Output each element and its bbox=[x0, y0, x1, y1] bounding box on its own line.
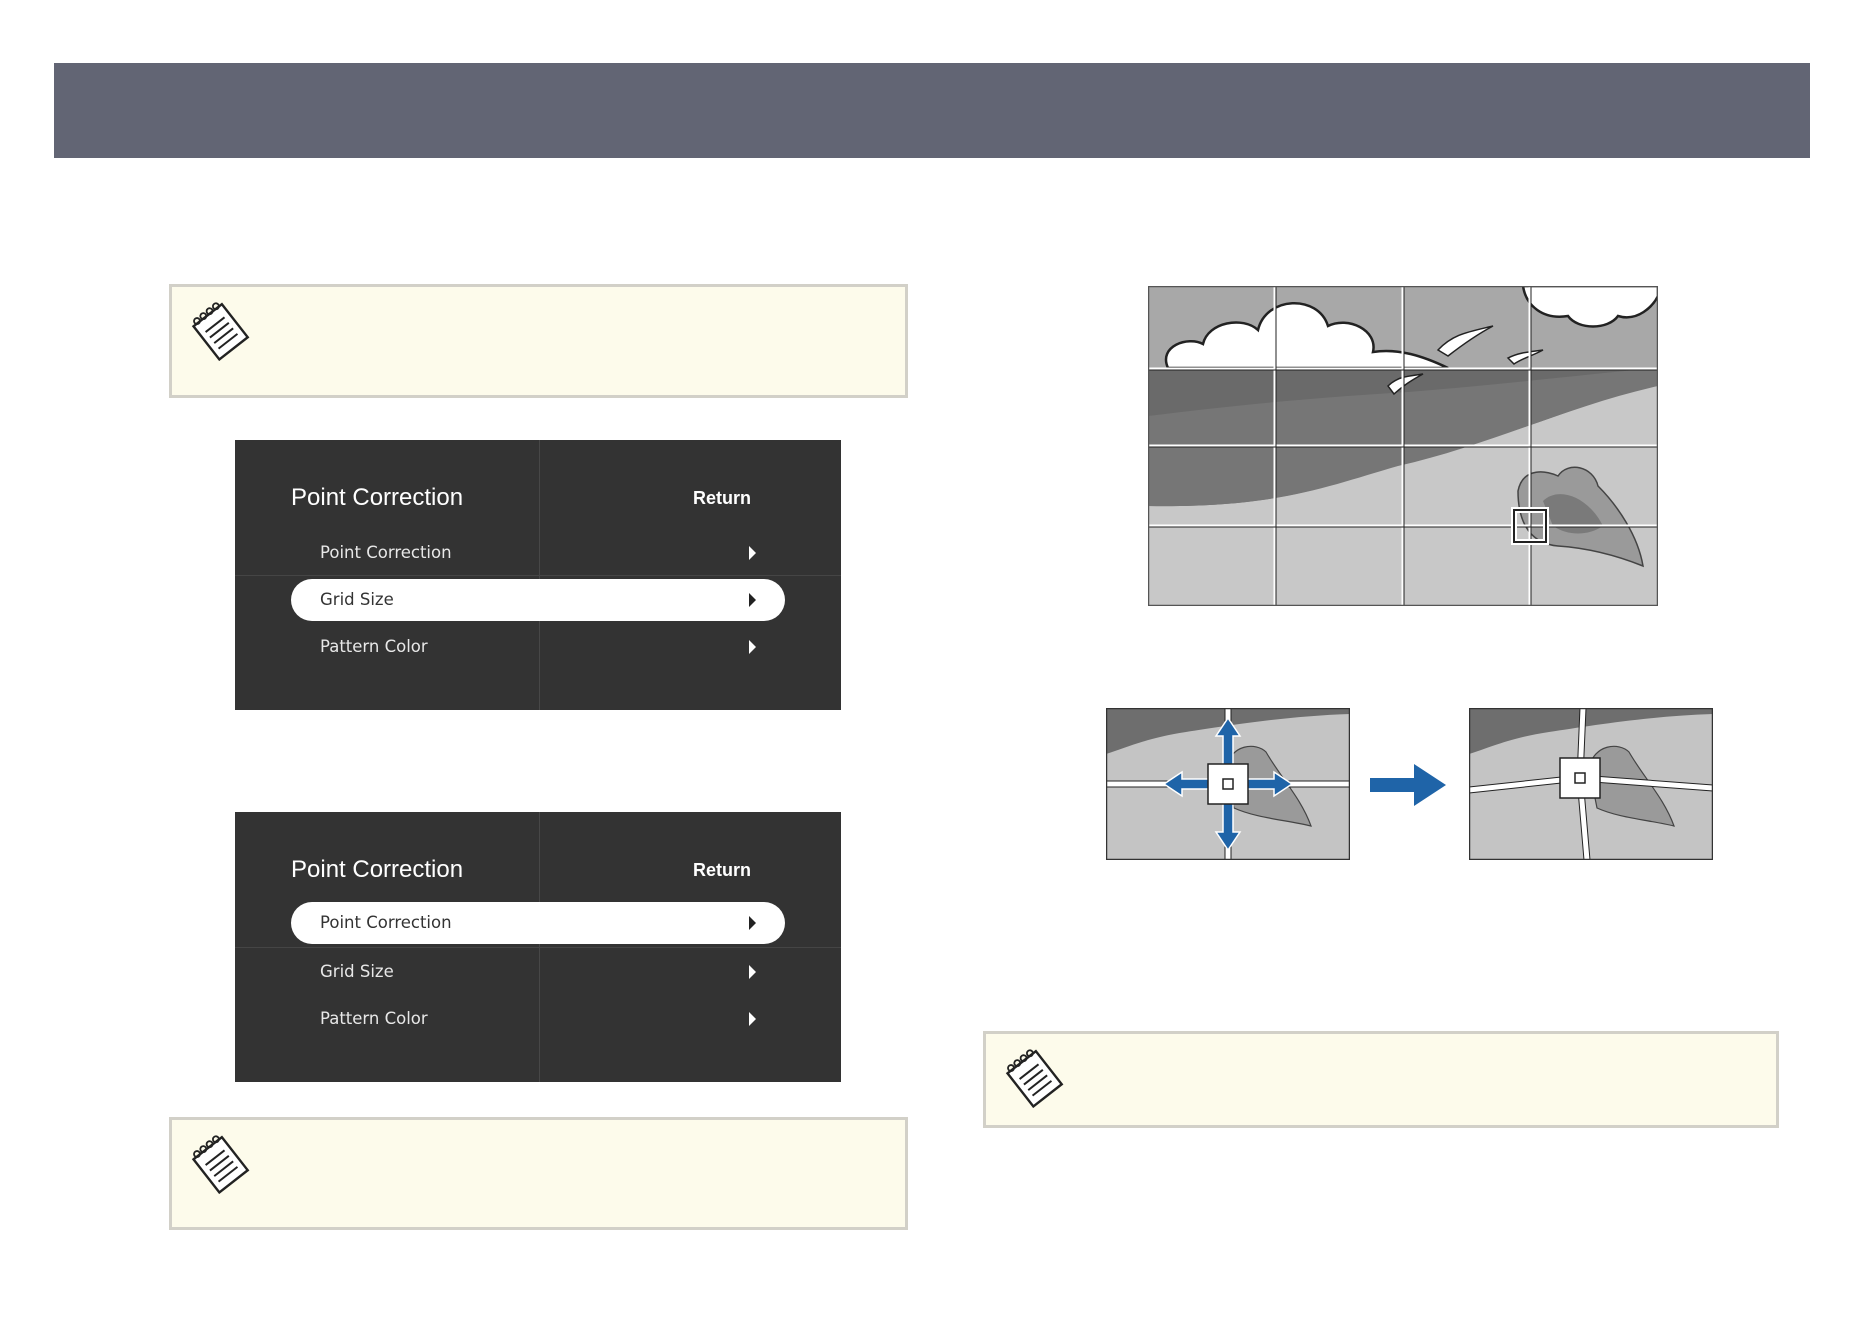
notepad-icon bbox=[191, 302, 250, 361]
return-button[interactable]: Return bbox=[693, 860, 751, 881]
point-correction-menu-2: Point Correction Return Point Correction… bbox=[235, 812, 841, 1082]
menu-item-point-correction[interactable]: Point Correction bbox=[291, 902, 785, 944]
return-button[interactable]: Return bbox=[693, 488, 751, 509]
menu-item-label: Point Correction bbox=[320, 543, 452, 562]
point-adjust-before-illustration bbox=[1106, 708, 1350, 860]
menu-item-grid-size[interactable]: Grid Size bbox=[291, 951, 785, 993]
menu-item-label: Pattern Color bbox=[320, 637, 428, 656]
menu-item-grid-size[interactable]: Grid Size bbox=[291, 579, 785, 621]
notepad-icon bbox=[191, 1135, 250, 1194]
arrow-right-icon bbox=[749, 640, 756, 654]
row-divider bbox=[235, 575, 841, 576]
arrow-right-icon bbox=[749, 965, 756, 979]
note-box-top bbox=[169, 284, 908, 398]
menu-title: Point Correction bbox=[291, 856, 464, 883]
arrow-right-icon bbox=[749, 1012, 756, 1026]
point-adjust-after-illustration bbox=[1469, 708, 1713, 860]
header-bar bbox=[54, 63, 1810, 158]
menu-item-label: Grid Size bbox=[320, 590, 394, 609]
arrow-right-icon bbox=[749, 916, 756, 930]
arrow-right-icon bbox=[749, 593, 756, 607]
menu-item-point-correction[interactable]: Point Correction bbox=[291, 532, 785, 574]
menu-item-label: Pattern Color bbox=[320, 1009, 428, 1028]
menu-item-label: Point Correction bbox=[320, 913, 452, 932]
notepad-icon bbox=[1005, 1049, 1064, 1108]
note-box-bottom-left bbox=[169, 1117, 908, 1230]
menu-item-pattern-color[interactable]: Pattern Color bbox=[291, 626, 785, 668]
arrow-right-icon bbox=[1370, 764, 1446, 806]
projected-image-grid-illustration bbox=[1148, 286, 1658, 606]
point-correction-menu-1: Point Correction Return Point Correction… bbox=[235, 440, 841, 710]
menu-item-pattern-color[interactable]: Pattern Color bbox=[291, 998, 785, 1040]
row-divider bbox=[235, 947, 841, 948]
note-box-bottom-right bbox=[983, 1031, 1779, 1128]
menu-title: Point Correction bbox=[291, 484, 464, 511]
menu-item-label: Grid Size bbox=[320, 962, 394, 981]
arrow-right-icon bbox=[749, 546, 756, 560]
